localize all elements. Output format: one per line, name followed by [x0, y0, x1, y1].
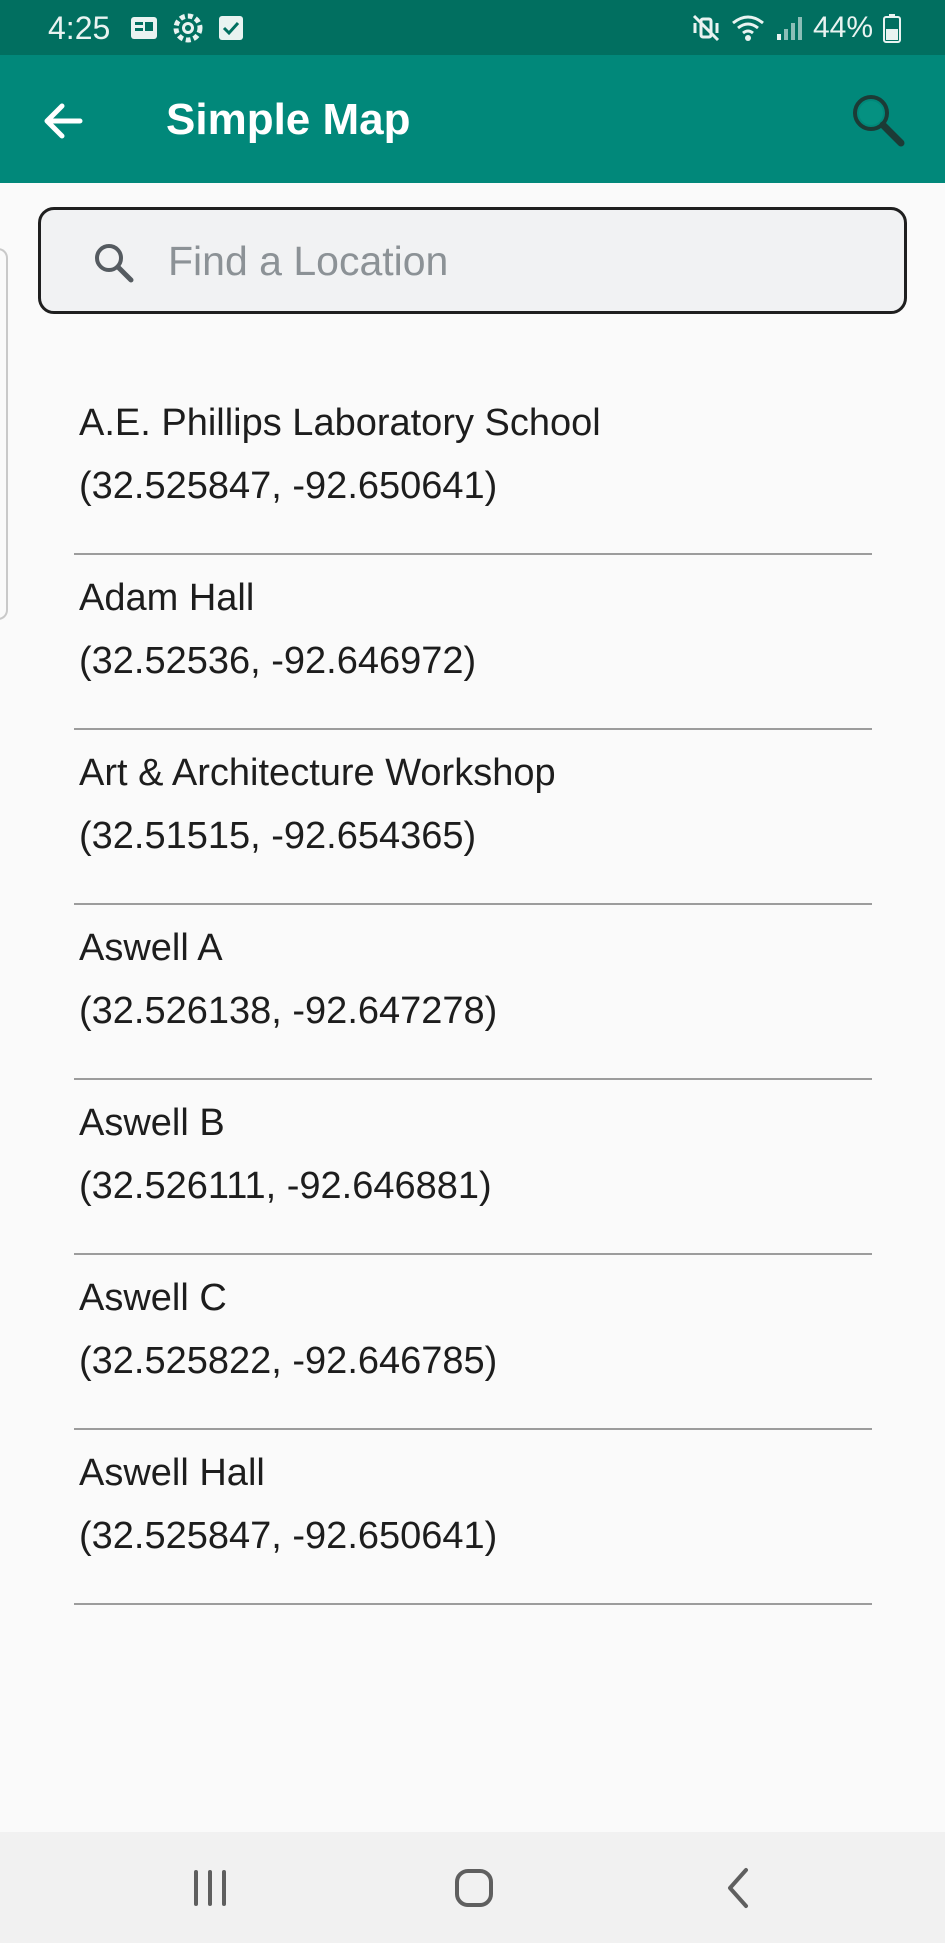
app-bar: Simple Map [0, 55, 945, 183]
list-item[interactable]: Art & Architecture Workshop (32.51515, -… [74, 730, 872, 905]
battery-icon [883, 14, 901, 43]
location-list: A.E. Phillips Laboratory School (32.5258… [74, 380, 872, 1605]
location-name: Aswell A [79, 927, 223, 969]
search-icon [95, 244, 134, 283]
status-bar: 4:25 44% [0, 0, 945, 55]
location-name: A.E. Phillips Laboratory School [79, 402, 601, 444]
location-coords: (32.525847, -92.650641) [79, 1515, 498, 1557]
location-coords: (32.52536, -92.646972) [79, 640, 477, 682]
search-input[interactable] [168, 230, 868, 292]
search-box[interactable] [38, 207, 907, 314]
system-back-button[interactable] [706, 1856, 770, 1920]
magnifier-icon [853, 95, 905, 147]
mute-vibrate-icon [692, 14, 720, 42]
location-name: Aswell C [79, 1277, 227, 1319]
list-item[interactable]: A.E. Phillips Laboratory School (32.5258… [74, 380, 872, 555]
recent-apps-button[interactable] [178, 1856, 242, 1920]
checkbox-icon [219, 16, 243, 40]
list-item[interactable]: Aswell C (32.525822, -92.646785) [74, 1255, 872, 1430]
back-icon [728, 1868, 748, 1908]
location-coords: (32.525847, -92.650641) [79, 465, 498, 507]
location-coords: (32.525822, -92.646785) [79, 1340, 498, 1382]
edge-panel-handle[interactable] [0, 248, 8, 620]
search-button[interactable] [849, 91, 907, 149]
location-name: Aswell Hall [79, 1452, 265, 1494]
signal-icon [776, 17, 802, 40]
system-nav-bar [0, 1832, 945, 1943]
list-item[interactable]: Aswell B (32.526111, -92.646881) [74, 1080, 872, 1255]
wifi-icon [732, 15, 764, 41]
location-name: Aswell B [79, 1102, 225, 1144]
page-title: Simple Map [166, 95, 411, 144]
battery-percent: 44% [812, 11, 873, 44]
status-icons-right: 44% [691, 10, 901, 46]
location-coords: (32.526138, -92.647278) [79, 990, 498, 1032]
status-icons-left [130, 12, 244, 44]
list-item[interactable]: Aswell Hall (32.525847, -92.650641) [74, 1430, 872, 1605]
location-name: Art & Architecture Workshop [79, 752, 556, 794]
home-button[interactable] [442, 1856, 506, 1920]
home-icon [455, 1869, 493, 1907]
arrow-left-icon [44, 103, 83, 139]
status-time: 4:25 [48, 10, 111, 46]
list-item[interactable]: Adam Hall (32.52536, -92.646972) [74, 555, 872, 730]
back-button[interactable] [38, 95, 90, 147]
gallery-icon [131, 17, 157, 39]
list-item[interactable]: Aswell A (32.526138, -92.647278) [74, 905, 872, 1080]
location-coords: (32.526111, -92.646881) [79, 1165, 492, 1207]
recent-apps-icon [194, 1870, 226, 1906]
location-coords: (32.51515, -92.654365) [79, 815, 477, 857]
settings-gear-icon [173, 13, 203, 43]
location-name: Adam Hall [79, 577, 255, 619]
